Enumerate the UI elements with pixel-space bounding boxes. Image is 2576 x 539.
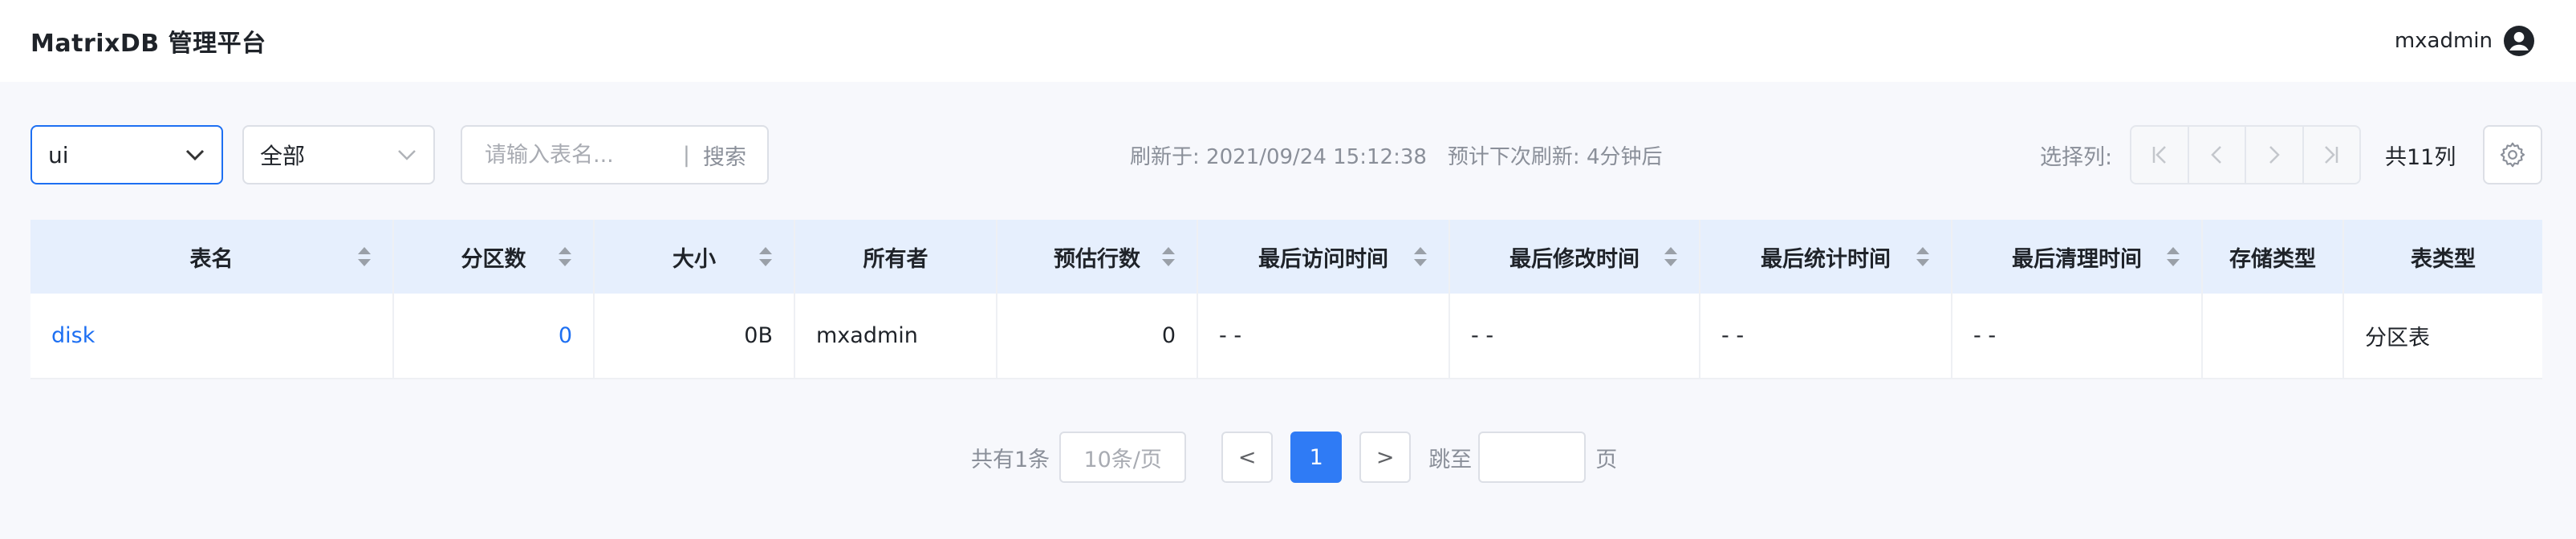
- first-icon: [2152, 146, 2166, 164]
- chevron-left-icon: [2211, 146, 2222, 164]
- header-table-name[interactable]: 表名: [30, 220, 394, 294]
- table-type-select[interactable]: 全部: [242, 125, 435, 184]
- header-partitions[interactable]: 分区数: [393, 220, 595, 294]
- chevron-down-icon: [398, 150, 416, 160]
- header-table-type: 表类型: [2411, 246, 2476, 272]
- user-avatar-icon: [2504, 26, 2534, 56]
- search-button[interactable]: 搜索: [703, 140, 746, 171]
- partition-count-link[interactable]: 0: [393, 294, 595, 379]
- next-page-button[interactable]: >: [1359, 432, 1412, 483]
- user-menu[interactable]: mxadmin: [2395, 26, 2534, 56]
- username: mxadmin: [2394, 29, 2493, 53]
- header-last-vacuumed[interactable]: 最后清理时间: [1952, 220, 2203, 294]
- table-type-cell: 分区表: [2365, 326, 2430, 351]
- jump-label: 跳至: [1428, 447, 1473, 472]
- sort-icon: [358, 247, 371, 266]
- schema-select[interactable]: ui: [30, 125, 223, 184]
- first-column-button[interactable]: [2131, 127, 2189, 183]
- toolbar: ui 全部 | 搜索 刷新于: 2021/09/24 15:12:38 预计下次…: [0, 82, 2576, 218]
- page-size-select[interactable]: 10条/页: [1059, 432, 1187, 483]
- jump-page-input[interactable]: [1478, 432, 1587, 483]
- size-cell: 0B: [594, 294, 795, 379]
- sort-icon: [559, 247, 571, 266]
- header-last-access[interactable]: 最后访问时间: [1197, 220, 1450, 294]
- search-input[interactable]: [483, 141, 670, 168]
- last-column-button[interactable]: [2304, 127, 2360, 183]
- header-last-analyzed[interactable]: 最后统计时间: [1700, 220, 1952, 294]
- last-icon: [2325, 146, 2338, 164]
- refresh-status: 刷新于: 2021/09/24 15:12:38 预计下次刷新: 4分钟后: [1130, 125, 1663, 184]
- last-vacuumed-cell: - -: [1952, 294, 2203, 379]
- sort-icon: [2167, 247, 2180, 266]
- last-analyzed-cell: - -: [1700, 294, 1952, 379]
- sort-icon: [1664, 247, 1677, 266]
- header-owner: 所有者: [794, 220, 997, 294]
- schema-select-value: ui: [48, 141, 69, 168]
- sort-icon: [1414, 247, 1427, 266]
- sort-icon: [1916, 247, 1929, 266]
- table-type-select-value: 全部: [260, 143, 306, 169]
- app-title: MatrixDB 管理平台: [30, 30, 266, 58]
- header-size[interactable]: 大小: [594, 220, 795, 294]
- select-columns-label: 选择列:: [2040, 144, 2113, 170]
- last-modified-cell: - -: [1449, 294, 1700, 379]
- next-refresh: 预计下次刷新: 4分钟后: [1447, 144, 1663, 169]
- chevron-right-icon: [2269, 146, 2280, 164]
- chevron-down-icon: [185, 149, 205, 161]
- column-count: 共11列: [2385, 144, 2456, 170]
- table-header-row: 表名 分区数 大小 所有者 预估行数 最后访问时间 最后修改时间 最后统计时间 …: [30, 220, 2542, 294]
- search-divider: |: [682, 142, 690, 168]
- total-count: 共有1条: [971, 447, 1050, 472]
- refresh-time: 刷新于: 2021/09/24 15:12:38: [1130, 144, 1427, 169]
- header-last-modified[interactable]: 最后修改时间: [1449, 220, 1700, 294]
- storage-type-cell: [2202, 294, 2344, 379]
- next-column-button[interactable]: [2246, 127, 2304, 183]
- tables-table: 表名 分区数 大小 所有者 预估行数 最后访问时间 最后修改时间 最后统计时间 …: [30, 220, 2542, 379]
- header-storage-type: 存储类型: [2202, 220, 2344, 294]
- estimated-rows-cell: 0: [997, 294, 1198, 379]
- header-estimated-rows[interactable]: 预估行数: [997, 220, 1198, 294]
- pagination: 共有1条 10条/页 < 1 > 跳至 页: [971, 432, 1617, 483]
- top-header: MatrixDB 管理平台 mxadmin: [0, 0, 2576, 82]
- settings-button[interactable]: [2483, 125, 2542, 184]
- table-row: disk 0 0B mxadmin 0 - - - - - - - - 分区表: [30, 294, 2542, 379]
- owner-cell: mxadmin: [794, 294, 997, 379]
- sort-icon: [759, 247, 772, 266]
- table-name-link[interactable]: disk: [30, 294, 394, 379]
- prev-column-button[interactable]: [2189, 127, 2246, 183]
- column-nav: [2130, 125, 2361, 184]
- search-box: | 搜索: [461, 125, 769, 184]
- page-unit-label: 页: [1595, 447, 1618, 472]
- sort-icon: [1162, 247, 1175, 266]
- prev-page-button[interactable]: <: [1221, 432, 1274, 483]
- last-access-cell: - -: [1197, 294, 1450, 379]
- page-1-button[interactable]: 1: [1290, 432, 1343, 483]
- gear-icon: [2500, 142, 2525, 168]
